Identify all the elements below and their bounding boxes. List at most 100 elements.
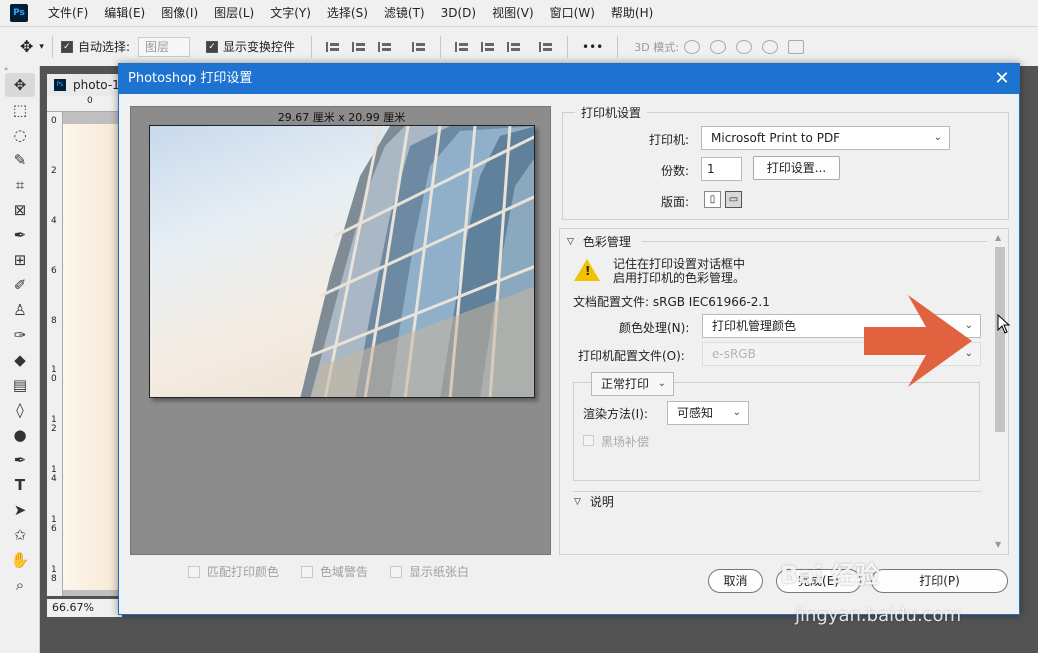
hand-tool-icon[interactable]: ✋ xyxy=(5,548,35,572)
align-left-icon[interactable] xyxy=(326,40,340,54)
move-tool-icon[interactable]: ✥ xyxy=(20,37,33,56)
close-icon[interactable]: ✕ xyxy=(989,64,1015,94)
auto-select-checkbox[interactable]: ✓ xyxy=(60,40,73,53)
dodge-tool-icon[interactable]: ● xyxy=(5,423,35,447)
document-icon: Ps xyxy=(54,79,66,91)
more-options-icon[interactable]: ••• xyxy=(582,40,603,54)
print-mode-select[interactable]: 正常打印 ⌄ xyxy=(591,372,674,396)
color-handling-label: 颜色处理(N): xyxy=(619,321,690,335)
checkbox[interactable] xyxy=(301,565,314,578)
menu-3d[interactable]: 3D(D) xyxy=(433,0,484,26)
gradient-tool-icon[interactable]: ▤ xyxy=(5,373,35,397)
settings-scroll-panel: ▽ 色彩管理 ! 记住在打印设置对话框中 启用打印机的色彩管理。 文档配置文件:… xyxy=(559,228,1009,555)
document-tab[interactable]: Ps photo-1 xyxy=(47,74,122,96)
zoom-tool-icon[interactable]: ⌕ xyxy=(5,573,35,597)
print-settings-button[interactable]: 打印设置... xyxy=(753,156,840,180)
menu-help[interactable]: 帮助(H) xyxy=(603,0,661,26)
menu-type[interactable]: 文字(Y) xyxy=(262,0,319,26)
black-point-label: 黑场补偿 xyxy=(601,435,650,449)
healing-brush-tool-icon[interactable]: ⊞ xyxy=(5,248,35,272)
printer-label: 打印机: xyxy=(649,133,690,147)
pen-tool-icon[interactable]: ✒ xyxy=(5,448,35,472)
frame-tool-icon[interactable]: ⊠ xyxy=(5,198,35,222)
divider xyxy=(573,491,981,492)
align-top-icon[interactable] xyxy=(455,40,469,54)
menu-image[interactable]: 图像(I) xyxy=(153,0,206,26)
eraser-tool-icon[interactable]: ◆ xyxy=(5,348,35,372)
shape-tool-icon[interactable]: ✩ xyxy=(5,523,35,547)
document-canvas[interactable] xyxy=(63,124,122,590)
cancel-button[interactable]: 取消 xyxy=(708,569,763,593)
ruler-v-label: 1 2 xyxy=(51,415,57,434)
show-paper-white-option[interactable]: 显示纸张白 xyxy=(390,563,469,580)
ruler-v-label: 2 xyxy=(51,166,57,176)
move-tool-icon[interactable]: ✥ xyxy=(5,73,35,97)
printer-select[interactable]: Microsoft Print to PDF ⌄ xyxy=(701,126,950,150)
lasso-tool-icon[interactable]: ◌ xyxy=(5,123,35,147)
menu-edit[interactable]: 编辑(E) xyxy=(96,0,153,26)
align-middle-icon[interactable] xyxy=(481,40,495,54)
chevron-down-icon: ⌄ xyxy=(933,132,942,143)
color-management-title: 色彩管理 xyxy=(582,235,631,249)
type-tool-icon[interactable]: T xyxy=(5,473,35,497)
crop-tool-icon[interactable]: ⌗ xyxy=(5,173,35,197)
chevron-down-icon[interactable]: ▾ xyxy=(39,42,44,52)
history-brush-tool-icon[interactable]: ✑ xyxy=(5,323,35,347)
stamp-tool-icon[interactable]: ♙ xyxy=(5,298,35,322)
preview-dimensions: 29.67 厘米 x 20.99 厘米 xyxy=(277,111,406,124)
align-right-icon[interactable] xyxy=(378,40,392,54)
menu-window[interactable]: 窗口(W) xyxy=(542,0,603,26)
menu-layer[interactable]: 图层(L) xyxy=(206,0,262,26)
scroll-thumb[interactable] xyxy=(995,247,1005,432)
menu-file[interactable]: 文件(F) xyxy=(40,0,96,26)
building-image xyxy=(300,126,534,397)
print-button[interactable]: 打印(P) xyxy=(871,569,1008,593)
path-select-tool-icon[interactable]: ➤ xyxy=(5,498,35,522)
checkbox[interactable] xyxy=(390,565,403,578)
color-management-header[interactable]: ▽ 色彩管理 xyxy=(567,233,631,250)
3d-slide-icon[interactable] xyxy=(761,39,778,54)
3d-pan-icon[interactable] xyxy=(735,39,752,54)
black-point-checkbox[interactable] xyxy=(583,435,594,446)
quick-select-tool-icon[interactable]: ✎ xyxy=(5,148,35,172)
match-print-colors-option[interactable]: 匹配打印颜色 xyxy=(188,563,279,580)
scroll-up-icon[interactable]: ▲ xyxy=(995,233,1001,242)
auto-select-dropdown[interactable]: 图层 xyxy=(137,36,190,57)
menu-view[interactable]: 视图(V) xyxy=(484,0,542,26)
options-bar: ✥ ▾ ✓ 自动选择: 图层 ✓ 显示变换控件 ••• 3D 模式: xyxy=(0,26,1038,66)
tools-panel: » ✥ ⬚ ◌ ✎ ⌗ ⊠ ✒ ⊞ ✐ ♙ ✑ ◆ ▤ ◊ ● ✒ T ➤ ✩ … xyxy=(0,66,40,653)
scroll-down-icon[interactable]: ▼ xyxy=(995,540,1001,549)
align-bottom-icon[interactable] xyxy=(507,40,521,54)
eyedropper-tool-icon[interactable]: ✒ xyxy=(5,223,35,247)
render-intent-select[interactable]: 可感知 ⌄ xyxy=(667,401,749,425)
align-center-icon[interactable] xyxy=(352,40,366,54)
show-transform-checkbox[interactable]: ✓ xyxy=(205,40,218,53)
zoom-level[interactable]: 66.67% xyxy=(47,599,122,617)
scrollbar[interactable]: ▲ ▼ xyxy=(992,229,1008,554)
marquee-tool-icon[interactable]: ⬚ xyxy=(5,98,35,122)
show-transform-label: 显示变换控件 xyxy=(222,40,295,54)
copies-input[interactable]: 1 xyxy=(701,157,742,181)
warning-line-2: 启用打印机的色彩管理。 xyxy=(613,271,746,285)
3d-roll-icon[interactable] xyxy=(709,39,726,54)
match-print-colors-label: 匹配打印颜色 xyxy=(207,565,280,579)
panel-collapse-icon[interactable]: » xyxy=(0,66,39,73)
brush-tool-icon[interactable]: ✐ xyxy=(5,273,35,297)
3d-scale-icon[interactable] xyxy=(787,39,804,54)
preview-photo xyxy=(149,125,535,398)
distribute-vertical-icon[interactable] xyxy=(539,40,553,54)
distribute-icon[interactable] xyxy=(412,40,426,54)
blur-tool-icon[interactable]: ◊ xyxy=(5,398,35,422)
portrait-icon[interactable]: ▯ xyxy=(704,191,721,208)
3d-orbit-icon[interactable] xyxy=(683,39,700,54)
divider xyxy=(617,35,619,58)
menu-select[interactable]: 选择(S) xyxy=(319,0,376,26)
divider xyxy=(311,35,312,58)
dialog-title: Photoshop 打印设置 xyxy=(119,64,1019,94)
ruler-v-label: 6 xyxy=(51,266,57,276)
landscape-icon[interactable]: ▭ xyxy=(725,191,742,208)
description-header[interactable]: ▽ 说明 xyxy=(574,493,614,510)
menu-filter[interactable]: 滤镜(T) xyxy=(376,0,433,26)
checkbox[interactable] xyxy=(188,565,200,578)
gamut-warning-option[interactable]: 色域警告 xyxy=(301,563,368,580)
